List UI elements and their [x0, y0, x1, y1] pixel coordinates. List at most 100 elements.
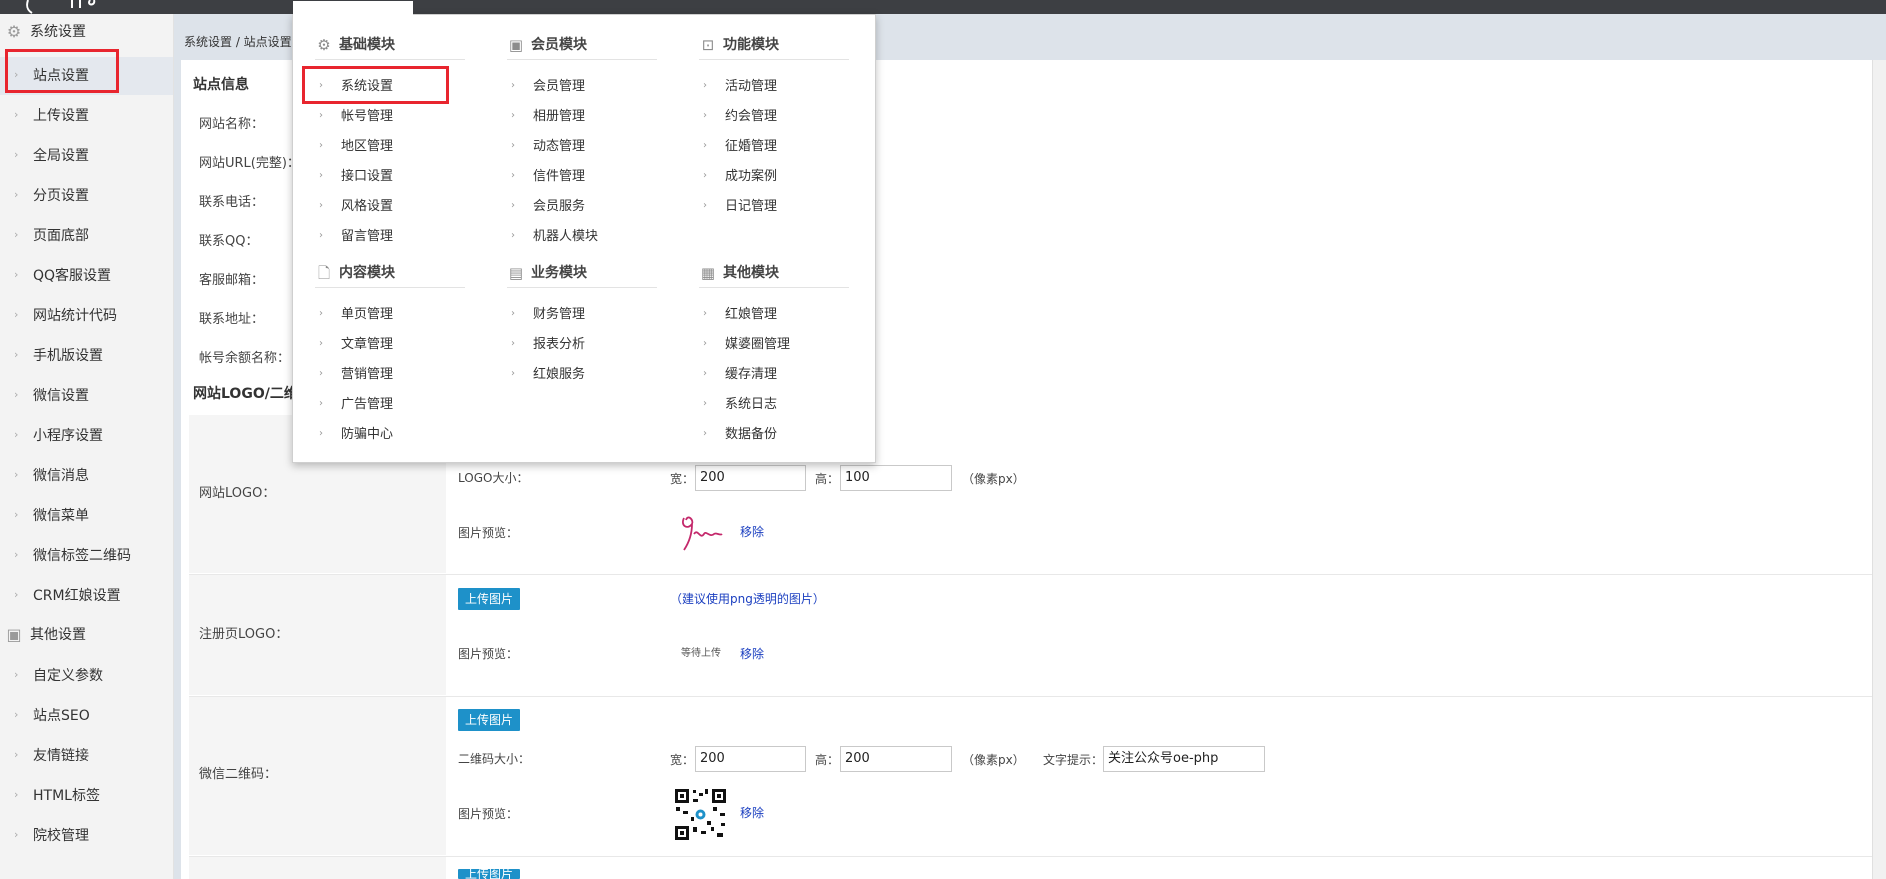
sidebar-item-wechat-tag-qrcode[interactable]: › 微信标签二维码	[0, 537, 173, 575]
qr-size-label: 二维码大小：	[458, 752, 531, 766]
chevron-right-icon: ›	[14, 708, 19, 721]
top-bar	[0, 0, 1886, 14]
module-header-label: 功能模块	[723, 37, 779, 53]
chevron-right-icon: ›	[511, 368, 515, 379]
menu-item-label: 日记管理	[725, 199, 778, 214]
register-logo-placeholder: 等待上传	[681, 648, 721, 659]
section-title-site-info: 站点信息	[193, 77, 249, 93]
chevron-right-icon: ›	[511, 200, 515, 211]
row-divider	[189, 574, 1882, 575]
logo-remove-link[interactable]: 移除	[740, 523, 764, 541]
field-label-balance-name: 帐号余额名称：	[199, 351, 291, 366]
menu-item-label: 红娘服务	[533, 367, 586, 382]
chevron-right-icon: ›	[14, 588, 19, 601]
sidebar-item-label: QQ客服设置	[33, 268, 112, 284]
sidebar-item-wechat-settings[interactable]: › 微信设置	[0, 377, 173, 415]
field-label-site-name: 网站名称：	[199, 117, 265, 132]
sidebar-item-custom-params[interactable]: › 自定义参数	[0, 657, 173, 695]
sidebar-item-miniprogram-settings[interactable]: › 小程序设置	[0, 417, 173, 455]
sidebar-item-qq-service[interactable]: › QQ客服设置	[0, 257, 173, 295]
chevron-right-icon: ›	[14, 388, 19, 401]
chevron-right-icon: ›	[319, 110, 323, 121]
gear-icon: ⚙	[6, 22, 22, 41]
module-header-basic: ⚙ 基础模块	[315, 33, 465, 60]
chevron-right-icon: ›	[14, 788, 19, 801]
sidebar-item-label: HTML标签	[33, 788, 100, 804]
sidebar-group-system[interactable]: ⚙ 系统设置	[0, 14, 173, 50]
grid-icon: ▦	[700, 264, 716, 282]
module-header-label: 内容模块	[339, 265, 395, 281]
sidebar-item-page-footer[interactable]: › 页面底部	[0, 217, 173, 255]
module-header-business: ▤ 业务模块	[507, 261, 657, 288]
chevron-right-icon: ›	[703, 308, 707, 319]
wechat-qr-upload-button[interactable]: 上传图片	[458, 709, 521, 731]
chevron-right-icon: ›	[703, 170, 707, 181]
chevron-right-icon: ›	[511, 338, 515, 349]
chevron-right-icon: ›	[14, 268, 19, 281]
qr-text-hint-input[interactable]: 关注公众号oe-php	[1103, 746, 1265, 772]
logo-fragment-icon	[26, 0, 96, 14]
qr-preview-label: 图片预览：	[458, 807, 519, 821]
sidebar-item-school-management[interactable]: › 院校管理	[0, 817, 173, 855]
chevron-right-icon: ›	[14, 508, 19, 521]
box-icon: ▣	[6, 625, 22, 644]
sidebar-item-label: 全局设置	[33, 148, 89, 164]
register-logo-preview-label: 图片预览：	[458, 647, 519, 661]
menu-tab-connector	[293, 1, 413, 15]
chevron-right-icon: ›	[319, 428, 323, 439]
logo-height-input[interactable]: 100	[840, 465, 952, 491]
qr-height-input[interactable]: 200	[840, 746, 952, 772]
logo-width-input[interactable]: 200	[695, 465, 806, 491]
chevron-right-icon: ›	[703, 140, 707, 151]
sidebar-item-label: 站点SEO	[33, 708, 90, 724]
sidebar-group-other[interactable]: ▣ 其他设置	[0, 617, 173, 653]
chevron-right-icon: ›	[319, 200, 323, 211]
chevron-right-icon: ›	[703, 398, 707, 409]
sidebar-item-stats-code[interactable]: › 网站统计代码	[0, 297, 173, 335]
sidebar-item-mobile-settings[interactable]: › 手机版设置	[0, 337, 173, 375]
menu-item-label: 防骗中心	[341, 427, 394, 442]
menu-item-label: 风格设置	[341, 199, 394, 214]
chevron-right-icon: ›	[14, 228, 19, 241]
sidebar-item-site-seo[interactable]: › 站点SEO	[0, 697, 173, 735]
qr-unit-label: （像素px）	[962, 753, 1025, 767]
menu-item-label: 相册管理	[533, 109, 586, 124]
module-header-function: ⊡ 功能模块	[699, 33, 849, 60]
chevron-right-icon: ›	[14, 108, 19, 121]
sidebar-item-label: 页面底部	[33, 228, 89, 244]
sidebar-item-html-tags[interactable]: › HTML标签	[0, 777, 173, 815]
field-label-email: 客服邮箱：	[199, 273, 265, 288]
sidebar-item-pagination-settings[interactable]: › 分页设置	[0, 177, 173, 215]
sidebar-item-global-settings[interactable]: › 全局设置	[0, 137, 173, 175]
chevron-right-icon: ›	[319, 140, 323, 151]
menu-item-label: 系统日志	[725, 397, 778, 412]
sidebar-item-crm-matchmaker[interactable]: › CRM红娘设置	[0, 577, 173, 615]
next-upload-button[interactable]: 上传图片	[458, 869, 521, 879]
user-card-icon: ▣	[508, 36, 524, 54]
sidebar-item-upload-settings[interactable]: › 上传设置	[0, 97, 173, 135]
register-logo-remove-link[interactable]: 移除	[740, 645, 764, 663]
chevron-right-icon: ›	[319, 338, 323, 349]
sidebar-item-friend-links[interactable]: › 友情链接	[0, 737, 173, 775]
menu-item-label: 财务管理	[533, 307, 586, 322]
scrollbar[interactable]	[1872, 60, 1886, 879]
sidebar-item-label: 网站统计代码	[33, 308, 117, 324]
chevron-right-icon: ›	[703, 200, 707, 211]
chevron-right-icon: ›	[703, 80, 707, 91]
qr-remove-link[interactable]: 移除	[740, 804, 764, 822]
menu-item-label: 征婚管理	[725, 139, 778, 154]
menu-item-label: 营销管理	[341, 367, 394, 382]
logo-size-label: LOGO大小：	[458, 471, 529, 485]
register-logo-upload-button[interactable]: 上传图片	[458, 588, 521, 610]
logo-height-label: 高：	[815, 472, 840, 486]
sidebar: ⚙ 系统设置 › 站点设置 › 上传设置 › 全局设置 › 分页设置 › 页面底…	[0, 14, 174, 879]
chevron-right-icon: ›	[319, 308, 323, 319]
chevron-right-icon: ›	[703, 368, 707, 379]
qr-width-input[interactable]: 200	[695, 746, 806, 772]
menu-item-label: 留言管理	[341, 229, 394, 244]
sidebar-item-wechat-menu[interactable]: › 微信菜单	[0, 497, 173, 535]
sidebar-item-wechat-messages[interactable]: › 微信消息	[0, 457, 173, 495]
chevron-right-icon: ›	[14, 148, 19, 161]
field-label-site-url: 网站URL(完整)：	[199, 156, 300, 171]
menu-item-label: 单页管理	[341, 307, 394, 322]
